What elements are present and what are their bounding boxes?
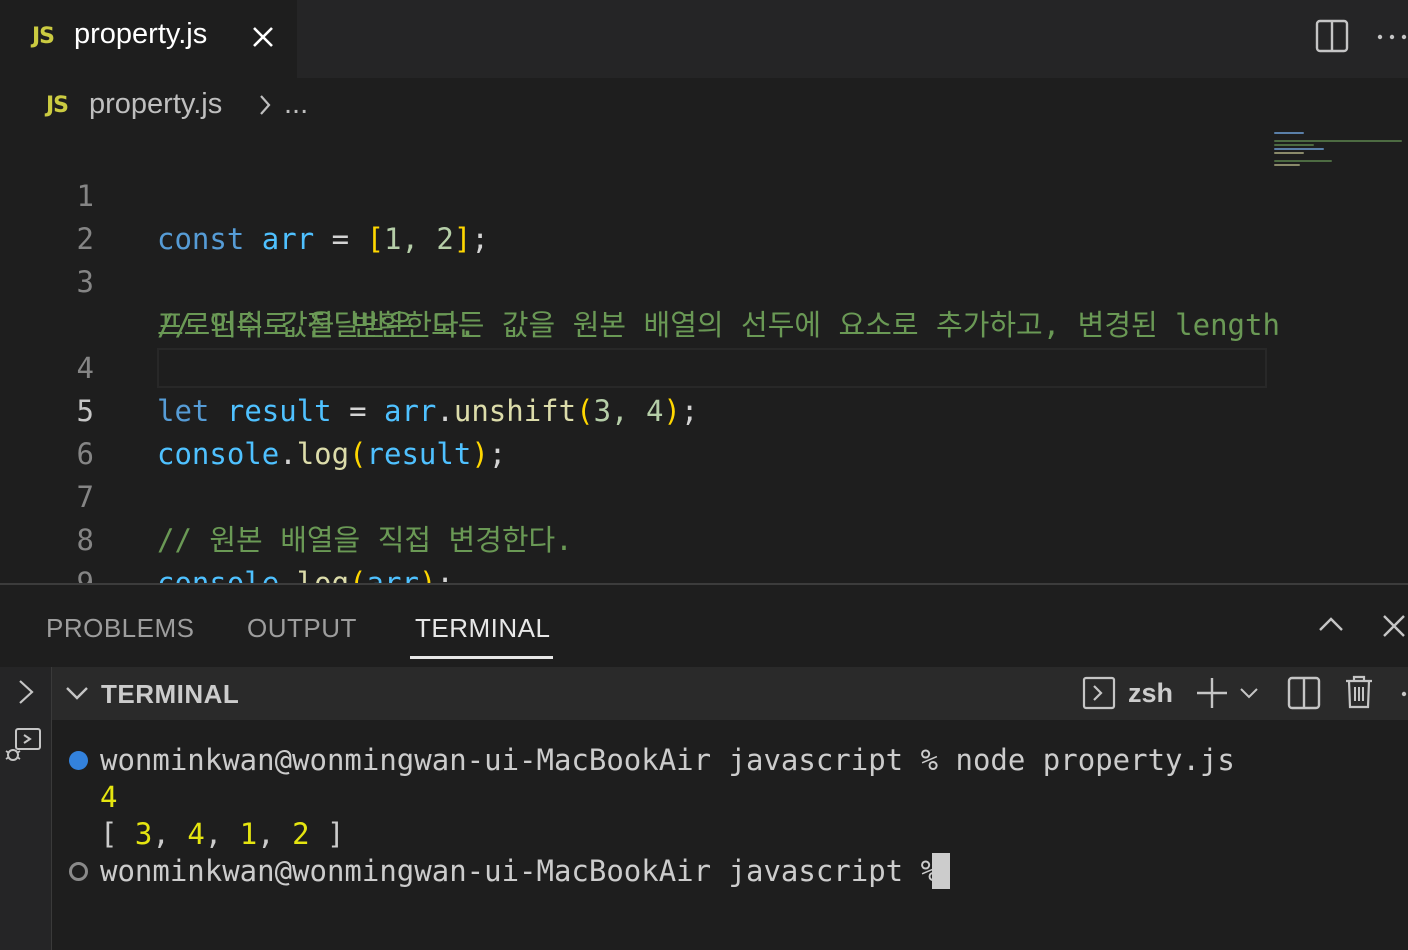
terminal-header: TERMINAL zsh [52,667,1408,720]
tab-problems[interactable]: PROBLEMS [46,613,195,644]
tab-output[interactable]: OUTPUT [247,613,357,644]
command-success-icon[interactable] [69,751,88,770]
debug-console-icon[interactable] [4,725,44,765]
code-line: 9 [0,519,1270,600]
panel-side-bar [0,667,52,950]
code-line: 8 console.log(arr); [0,476,1270,600]
close-icon[interactable] [1380,612,1408,640]
code-line-wrapped: 프로퍼티 값을 반환한다. [0,261,1270,342]
terminal-line: [ 3, 4, 1, 2 ] [100,817,345,851]
code-line: 4 let result = arr.unshift(3, 4); [0,304,1270,428]
code-line: 5 console.log(result); [0,347,1270,471]
chevron-up-icon[interactable] [1316,613,1346,635]
chevron-down-icon[interactable] [64,681,90,705]
code-line: 3 // 인수로 전달받은 모든 값을 원본 배열의 선두에 요소로 추가하고,… [0,218,1280,342]
terminal-line: wonminkwan@wonmingwan-ui-MacBookAir java… [100,743,1235,777]
panel-tab-bar: PROBLEMS OUTPUT TERMINAL [0,585,1408,667]
editor-tab-bar: JS property.js [0,0,1408,78]
terminal-cursor [932,853,950,889]
active-tab-indicator [410,656,553,659]
plus-icon[interactable] [1194,675,1230,711]
breadcrumb-symbols[interactable]: ... [284,88,308,121]
code-line: 6 [0,390,1270,471]
tab-property-js[interactable]: JS property.js [0,0,297,78]
split-editor-icon[interactable] [1314,18,1350,54]
shell-name[interactable]: zsh [1128,678,1173,709]
code-line: 1 const arr = [1, 2]; [0,132,1270,256]
terminal-line: 4 [100,780,118,814]
js-file-icon: JS [46,93,69,118]
more-actions-icon[interactable] [1398,691,1408,697]
terminal-icon[interactable] [1082,675,1116,711]
terminal-section-title: TERMINAL [101,679,240,709]
chevron-down-icon[interactable] [1238,681,1260,705]
code-editor[interactable]: 1 const arr = [1, 2]; 2 3 // 인수로 전달받은 모든… [0,130,1408,600]
tab-label: property.js [74,18,208,50]
trash-icon[interactable] [1342,673,1376,711]
more-actions-icon[interactable] [1376,30,1408,44]
breadcrumb-file[interactable]: property.js [89,88,222,121]
command-pending-icon[interactable] [69,862,88,881]
code-line: 2 [0,175,1270,256]
tab-terminal[interactable]: TERMINAL [415,613,550,644]
terminal-prompt: wonminkwan@wonmingwan-ui-MacBookAir java… [100,854,956,888]
code-line: 7 // 원본 배열을 직접 변경한다. [0,433,1270,557]
close-icon[interactable] [248,22,278,52]
js-file-icon: JS [32,24,55,49]
chevron-right-icon [260,95,271,115]
chevron-right-icon[interactable] [14,677,38,707]
terminal-output[interactable]: wonminkwan@wonmingwan-ui-MacBookAir java… [52,720,1408,950]
split-terminal-icon[interactable] [1286,675,1322,711]
minimap[interactable] [1272,130,1408,170]
